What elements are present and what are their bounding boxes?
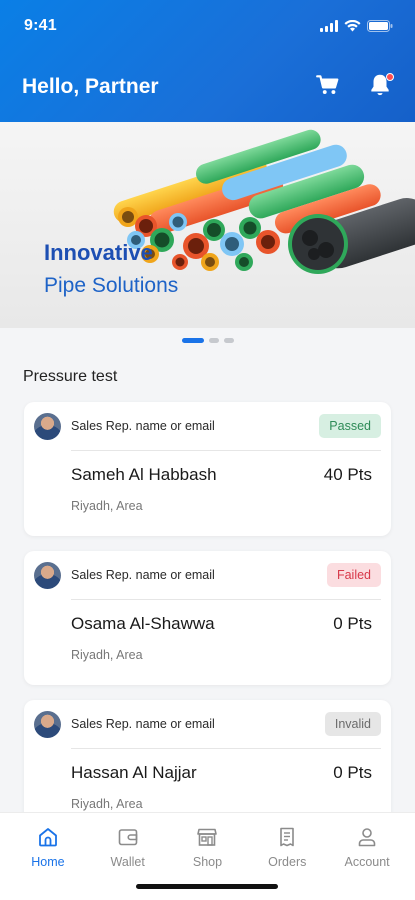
tab-label: Account — [344, 855, 390, 869]
sales-rep-label: Sales Rep. name or email — [71, 419, 215, 433]
tab-wallet[interactable]: Wallet — [93, 825, 163, 869]
status-badge: Failed — [326, 563, 381, 587]
tab-orders[interactable]: Orders — [252, 825, 322, 869]
points-value: 40 Pts — [323, 465, 372, 484]
test-card[interactable]: Sales Rep. name or email Passed Sameh Al… — [24, 402, 391, 536]
header-actions — [315, 72, 394, 98]
tab-label: Orders — [268, 855, 307, 869]
tab-label: Home — [31, 855, 65, 869]
tab-account[interactable]: Account — [332, 825, 402, 869]
sales-rep-label: Sales Rep. name or email — [71, 568, 215, 582]
test-card[interactable]: Sales Rep. name or email Failed Osama Al… — [24, 551, 391, 685]
carousel-indicator — [0, 338, 415, 343]
app-header: 9:41 Hello, Partner — [0, 0, 415, 122]
customer-name: Sameh Al Habbash — [71, 465, 217, 484]
carousel-dot[interactable] — [208, 338, 219, 343]
section-title: Pressure test — [23, 368, 118, 385]
cart-icon — [316, 75, 339, 94]
notification-dot — [386, 73, 394, 81]
avatar — [34, 710, 61, 738]
carousel-dot-active[interactable] — [181, 338, 204, 343]
notifications-button[interactable] — [367, 72, 394, 98]
avatar — [34, 561, 61, 589]
points-value: 0 Pts — [333, 614, 372, 633]
orders-icon — [280, 827, 295, 847]
location-text: Riyadh, Area — [71, 648, 143, 662]
location-text: Riyadh, Area — [71, 797, 143, 811]
status-badge: Invalid — [324, 712, 381, 736]
status-time: 9:41 — [24, 17, 57, 34]
battery-icon — [367, 20, 393, 32]
banner-title: Innovative — [44, 240, 153, 265]
greeting-title: Hello, Partner — [22, 75, 159, 98]
customer-name: Osama Al-Shawwa — [71, 614, 215, 633]
status-bar: 9:41 — [24, 14, 393, 38]
tab-label: Wallet — [110, 855, 145, 869]
customer-name: Hassan Al Najjar — [71, 763, 197, 782]
tab-label: Shop — [192, 855, 223, 869]
points-value: 0 Pts — [333, 763, 372, 782]
shop-icon — [197, 828, 218, 846]
status-icons — [320, 20, 393, 32]
tab-shop[interactable]: Shop — [172, 825, 242, 869]
avatar — [34, 412, 61, 440]
signal-icon — [320, 20, 338, 32]
account-icon — [358, 828, 376, 847]
tab-home[interactable]: Home — [13, 825, 83, 869]
carousel-dot[interactable] — [223, 338, 234, 343]
home-indicator — [136, 884, 278, 889]
home-icon — [38, 828, 57, 847]
wifi-icon — [344, 20, 361, 32]
status-badge: Passed — [319, 414, 381, 438]
promo-banner[interactable]: Innovative Pipe Solutions — [0, 122, 415, 328]
wallet-icon — [118, 829, 137, 846]
cart-button[interactable] — [315, 72, 341, 98]
sales-rep-label: Sales Rep. name or email — [71, 717, 215, 731]
banner-subtitle: Pipe Solutions — [44, 274, 179, 297]
location-text: Riyadh, Area — [71, 499, 143, 513]
